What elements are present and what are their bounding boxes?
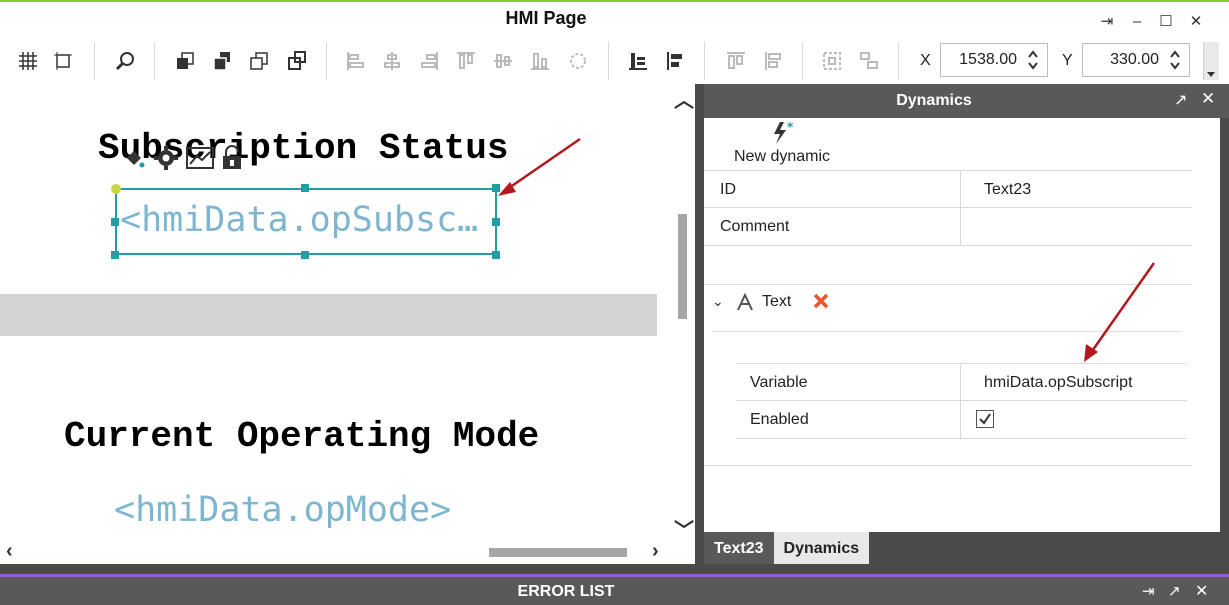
panel-separator (0, 564, 1229, 574)
scroll-right-icon[interactable]: › (652, 540, 659, 563)
new-dynamic-button[interactable]: New dynamic (734, 148, 830, 166)
delete-icon[interactable] (812, 292, 830, 310)
variable-label: Variable (750, 374, 808, 391)
horizontal-scroll-thumb[interactable] (489, 548, 627, 557)
close-icon[interactable]: ✕ (1185, 10, 1207, 32)
toolbar: X 1538.00 Y 330.00 (0, 38, 1229, 84)
operating-mode-value-text[interactable]: <hmiData.opMode> (114, 490, 451, 530)
scroll-left-icon[interactable]: ‹ (6, 540, 13, 563)
error-list-panel: ERROR LIST ⇥ ↗ ✕ (0, 574, 1229, 605)
same-width-icon[interactable] (723, 48, 749, 74)
error-pin-icon[interactable]: ⇥ (1142, 582, 1155, 600)
variable-value[interactable]: hmiData.opSubscript (984, 374, 1133, 392)
screen-gap (0, 294, 657, 336)
align-right-icon[interactable] (416, 48, 442, 74)
element-mini-toolbar (122, 144, 244, 172)
resize-handle-top[interactable] (301, 184, 309, 192)
resize-handle-bottom-right[interactable] (492, 251, 500, 259)
x-value: 1538.00 (959, 51, 1017, 68)
y-value: 330.00 (1110, 51, 1159, 68)
send-back-icon[interactable] (284, 48, 310, 74)
error-close-icon[interactable]: ✕ (1195, 581, 1208, 601)
text-a-icon (737, 293, 753, 311)
id-label: ID (720, 181, 736, 198)
annotation-arrow-icon (1084, 262, 1156, 362)
variable-row: Variable hmiData.opSubscript (736, 363, 1187, 402)
resize-handle-left[interactable] (111, 218, 119, 226)
resize-handle-bottom[interactable] (301, 251, 309, 259)
toolbar-scroll[interactable] (1203, 42, 1219, 80)
bring-front-icon[interactable] (172, 48, 198, 74)
align-left-icon[interactable] (343, 48, 369, 74)
resize-handle-bottom-left[interactable] (111, 251, 119, 259)
property-row-comment: Comment (704, 208, 1192, 246)
vertical-scroll-thumb[interactable] (678, 214, 687, 319)
y-spinner-icon[interactable] (1169, 49, 1181, 71)
send-backward-icon[interactable] (246, 48, 272, 74)
group-icon[interactable] (819, 48, 845, 74)
x-spinner-icon[interactable] (1027, 49, 1039, 71)
gear-icon[interactable] (152, 144, 180, 172)
enabled-label: Enabled (750, 411, 809, 428)
align-top-icon[interactable] (453, 48, 479, 74)
resize-handle-right[interactable] (492, 218, 500, 226)
paint-bucket-icon[interactable] (122, 146, 146, 170)
distribute-horizontal-icon[interactable] (662, 48, 688, 74)
panel-close-icon[interactable]: ✕ (1201, 89, 1215, 109)
comment-label: Comment (720, 218, 790, 235)
dynamics-panel-body: * New dynamic ID Text23 Comment ⌄ Text V… (704, 118, 1220, 532)
x-label: X (920, 52, 931, 69)
same-height-icon[interactable] (760, 48, 786, 74)
checkmark-icon (979, 413, 991, 425)
pin-icon[interactable]: ⇥ (1096, 10, 1118, 32)
hmi-screen-top: Subscription Status <hmiData.opSubsc… (0, 84, 657, 294)
y-input[interactable]: 330.00 (1082, 43, 1190, 77)
title-bar: HMI Page ⇥ – ☐ ✕ (0, 0, 1229, 38)
operating-mode-title: Current Operating Mode (64, 416, 540, 457)
scroll-down-icon[interactable]: ﹀ (674, 514, 694, 543)
hmi-screen-bottom: Current Operating Mode <hmiData.opMode> (0, 336, 657, 550)
enabled-checkbox[interactable] (976, 410, 994, 428)
id-value[interactable]: Text23 (984, 181, 1031, 199)
rotate-icon[interactable] (565, 48, 591, 74)
text-section-label: Text (762, 293, 792, 310)
subscription-value-text[interactable]: <hmiData.opSubsc… (120, 200, 478, 240)
bring-forward-icon[interactable] (209, 48, 235, 74)
ungroup-icon[interactable] (856, 48, 882, 74)
dynamics-panel: Dynamics ↗ ✕ * New dynamic ID Text23 Com… (695, 84, 1229, 565)
minimize-icon[interactable]: – (1126, 10, 1148, 32)
annotation-arrow-icon (498, 137, 581, 196)
panel-tabs: Text23 Dynamics (704, 532, 870, 565)
y-label: Y (1062, 52, 1073, 69)
snap-frame-icon[interactable] (50, 48, 76, 74)
dynamics-panel-header: Dynamics ↗ ✕ (704, 84, 1229, 118)
maximize-icon[interactable]: ☐ (1155, 10, 1177, 32)
x-input[interactable]: 1538.00 (940, 43, 1048, 77)
enabled-row: Enabled (736, 401, 1187, 439)
error-popout-icon[interactable]: ↗ (1168, 582, 1181, 600)
property-row-id: ID Text23 (704, 170, 1192, 209)
align-bottom-icon[interactable] (527, 48, 553, 74)
popout-icon[interactable]: ↗ (1174, 90, 1187, 110)
dynamics-panel-title: Dynamics (896, 92, 972, 109)
align-center-icon[interactable] (379, 48, 405, 74)
error-list-title: ERROR LIST (517, 583, 615, 600)
hmi-canvas[interactable]: Subscription Status <hmiData.opSubsc… Cu… (0, 84, 695, 564)
distribute-vertical-icon[interactable] (625, 48, 651, 74)
selection-anchor-handle[interactable] (111, 184, 121, 194)
lock-icon[interactable] (220, 145, 244, 171)
chevron-down-icon[interactable]: ⌄ (712, 293, 724, 310)
new-dynamic-icon[interactable]: * (770, 120, 796, 146)
zoom-icon[interactable] (112, 48, 138, 74)
align-middle-icon[interactable] (490, 48, 516, 74)
tab-text23[interactable]: Text23 (704, 532, 774, 565)
tab-dynamics[interactable]: Dynamics (773, 532, 870, 565)
grid-icon[interactable] (15, 48, 41, 74)
svg-text:*: * (787, 120, 794, 134)
scroll-up-icon[interactable]: ︿ (674, 84, 694, 113)
trend-chart-icon[interactable] (186, 145, 214, 171)
window-title: HMI Page (505, 8, 587, 28)
